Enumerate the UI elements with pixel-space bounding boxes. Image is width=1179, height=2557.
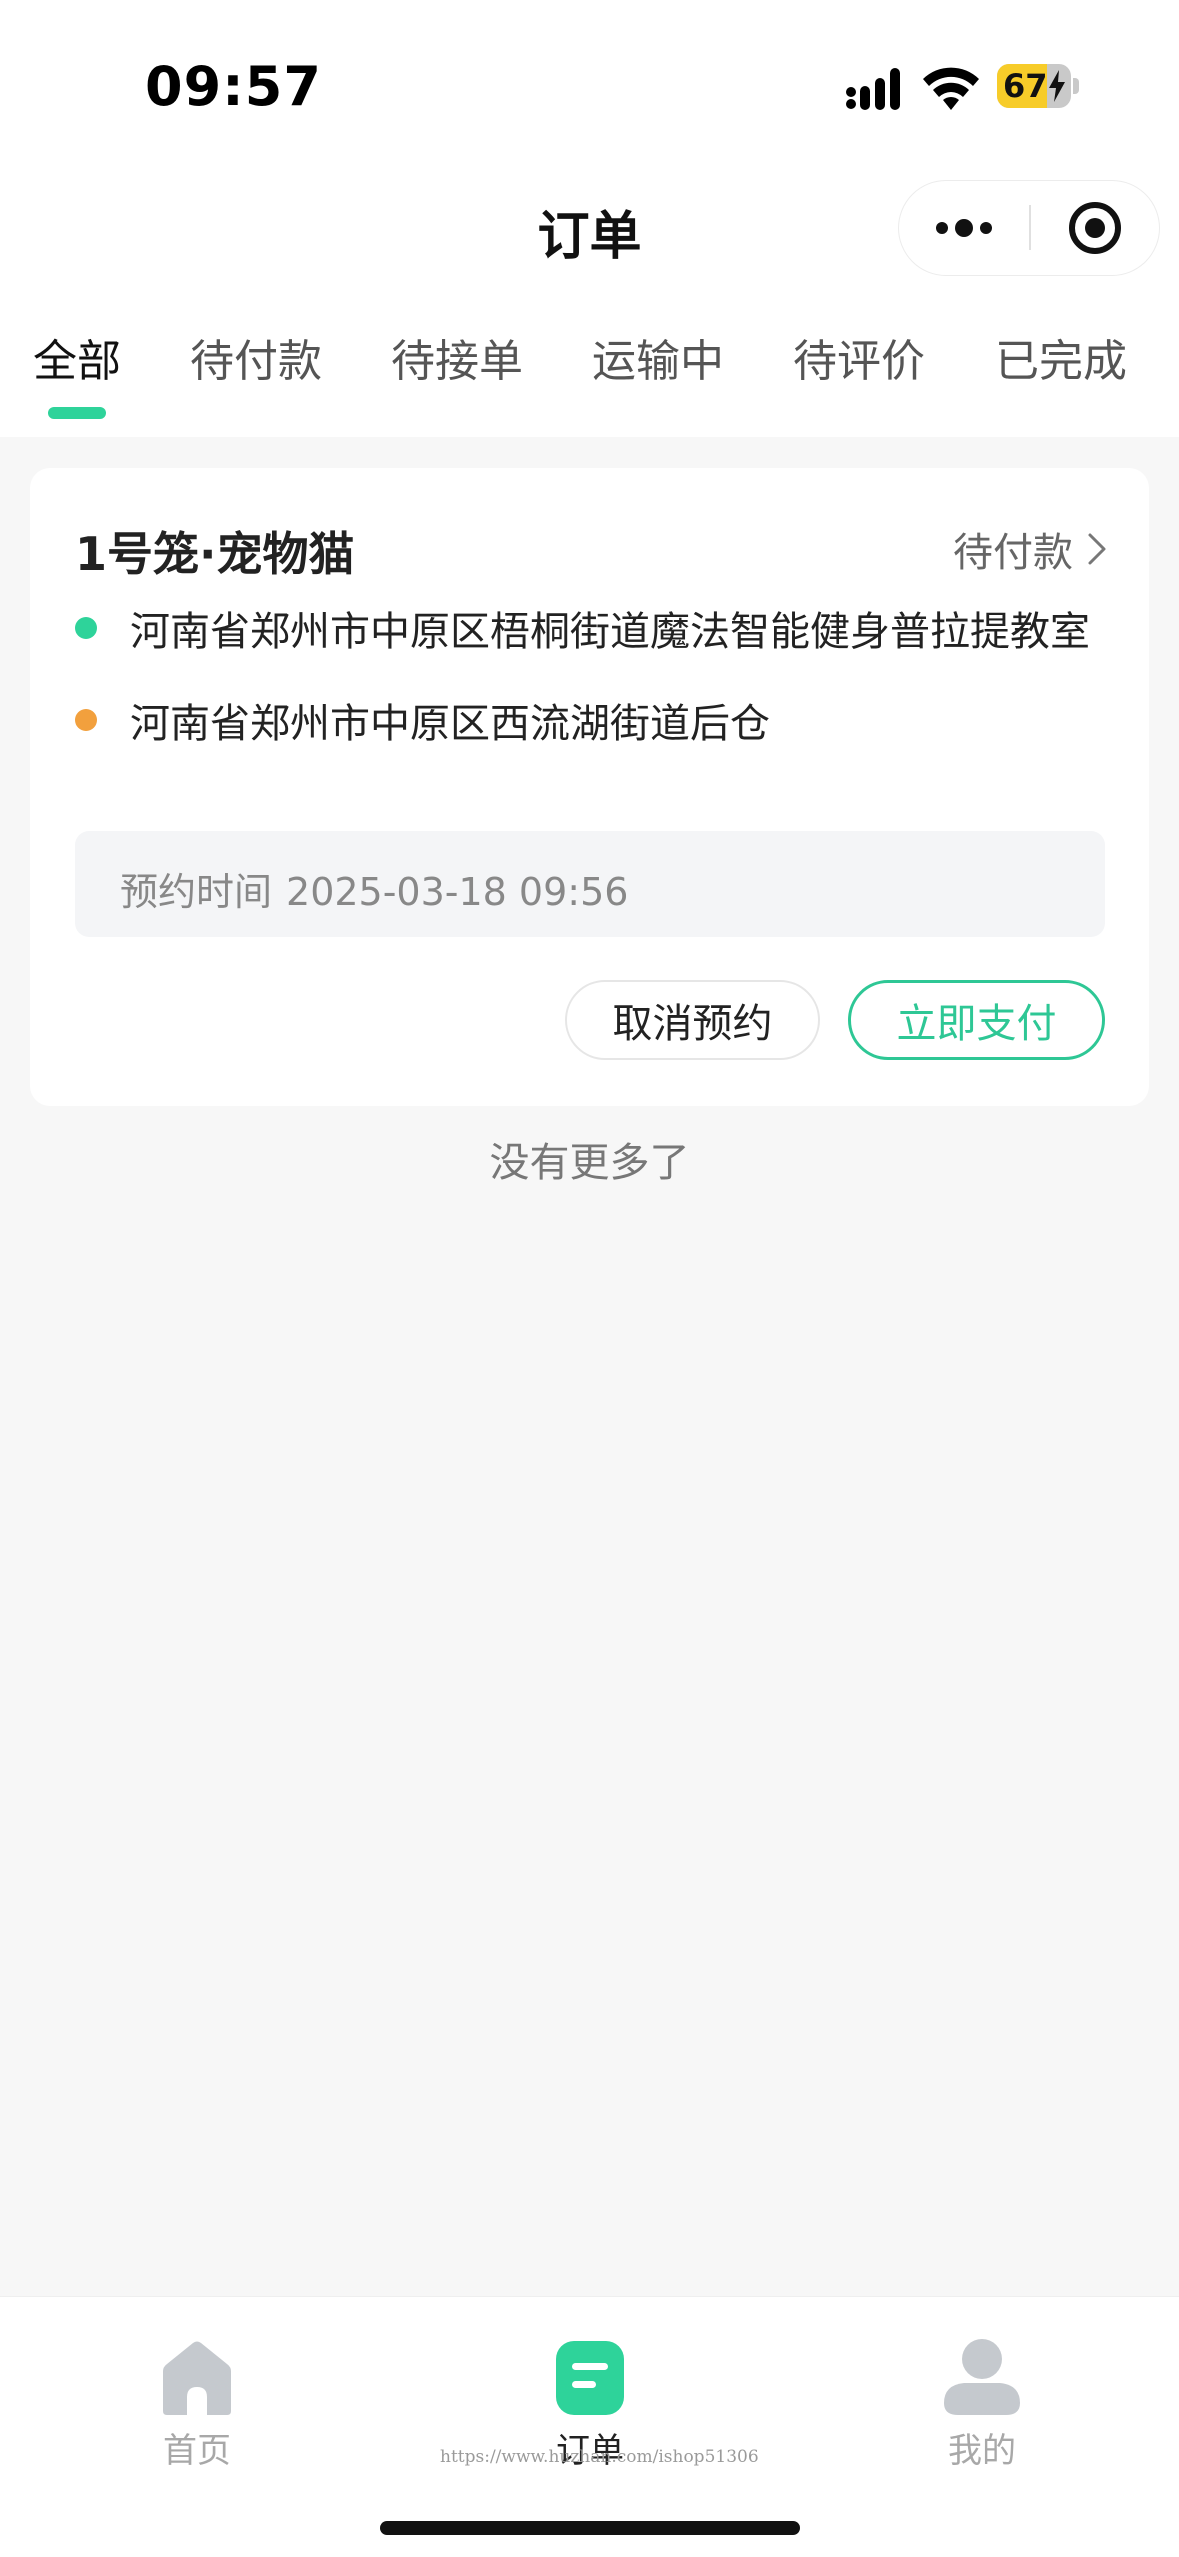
cancel-reservation-button[interactable]: 取消预约 [565, 980, 820, 1060]
reservation-time: 预约时间 2025-03-18 09:56 [120, 861, 628, 916]
more-button[interactable] [899, 181, 1029, 274]
nav-header: 订单 [0, 170, 1179, 295]
order-icon [556, 2341, 624, 2415]
bottom-nav-profile-label: 我的 [948, 2431, 1016, 2471]
tab-pending-accept[interactable]: 待接单 [391, 325, 523, 389]
wifi-icon [923, 67, 979, 110]
bottom-tab-bar: 首页 订单 我的 https://www.huzhan.com/ishop513… [0, 2296, 1179, 2557]
charging-bolt-icon [1049, 70, 1065, 102]
tab-in-transit[interactable]: 运输中 [592, 325, 724, 389]
reservation-label: 预约时间 [120, 870, 273, 914]
order-status-text: 待付款 [953, 530, 1073, 576]
reservation-time-box: 预约时间 2025-03-18 09:56 [75, 831, 1105, 937]
cellular-signal-icon [846, 68, 900, 110]
pickup-address-row: 河南省郑州市中原区梧桐街道魔法智能健身普拉提教室 [75, 598, 1125, 658]
battery-indicator: 67 [997, 64, 1079, 108]
home-icon [163, 2341, 231, 2415]
more-dots-icon [936, 218, 992, 237]
tab-all[interactable]: 全部 [33, 325, 121, 389]
pay-now-button[interactable]: 立即支付 [848, 980, 1105, 1060]
bottom-nav-home[interactable]: 首页 [97, 2337, 297, 2472]
profile-icon [944, 2339, 1020, 2415]
watermark: https://www.huzhan.com/ishop51306 [440, 2447, 759, 2467]
status-bar: 09:57 67 [0, 0, 1179, 170]
order-title: 1号笼·宠物猫 [75, 527, 355, 581]
pickup-address: 河南省郑州市中原区梧桐街道魔法智能健身普拉提教室 [130, 609, 1090, 655]
order-card[interactable]: 1号笼·宠物猫 待付款 河南省郑州市中原区梧桐街道魔法智能健身普拉提教室 河南省… [30, 468, 1149, 1106]
battery-body: 67 [997, 64, 1071, 108]
status-time: 09:57 [145, 55, 322, 118]
active-tab-indicator [48, 407, 106, 419]
tab-pending-payment[interactable]: 待付款 [190, 325, 322, 389]
delivery-address-row: 河南省郑州市中原区西流湖街道后仓 [75, 690, 1125, 750]
target-circle-icon [1069, 201, 1121, 254]
order-status[interactable]: 待付款 [953, 520, 1109, 578]
order-status-tabs: 全部 待付款 待接单 运输中 待评价 已完成 [0, 295, 1179, 437]
delivery-dot [75, 709, 97, 731]
home-indicator [380, 2521, 800, 2535]
tab-completed[interactable]: 已完成 [995, 325, 1127, 389]
list-end-text: 没有更多了 [489, 1140, 690, 1186]
close-miniprogram-button[interactable] [1031, 181, 1159, 274]
miniprogram-capsule [898, 180, 1160, 276]
battery-level-text: 67 [1003, 67, 1048, 105]
tab-pending-review[interactable]: 待评价 [793, 325, 925, 389]
chevron-right-icon [1088, 533, 1106, 565]
battery-cap [1073, 78, 1079, 94]
delivery-address: 河南省郑州市中原区西流湖街道后仓 [130, 701, 770, 747]
pickup-dot [75, 617, 97, 639]
bottom-nav-home-label: 首页 [163, 2431, 231, 2471]
bottom-nav-profile[interactable]: 我的 [882, 2337, 1082, 2472]
reservation-value: 2025-03-18 09:56 [286, 870, 629, 914]
